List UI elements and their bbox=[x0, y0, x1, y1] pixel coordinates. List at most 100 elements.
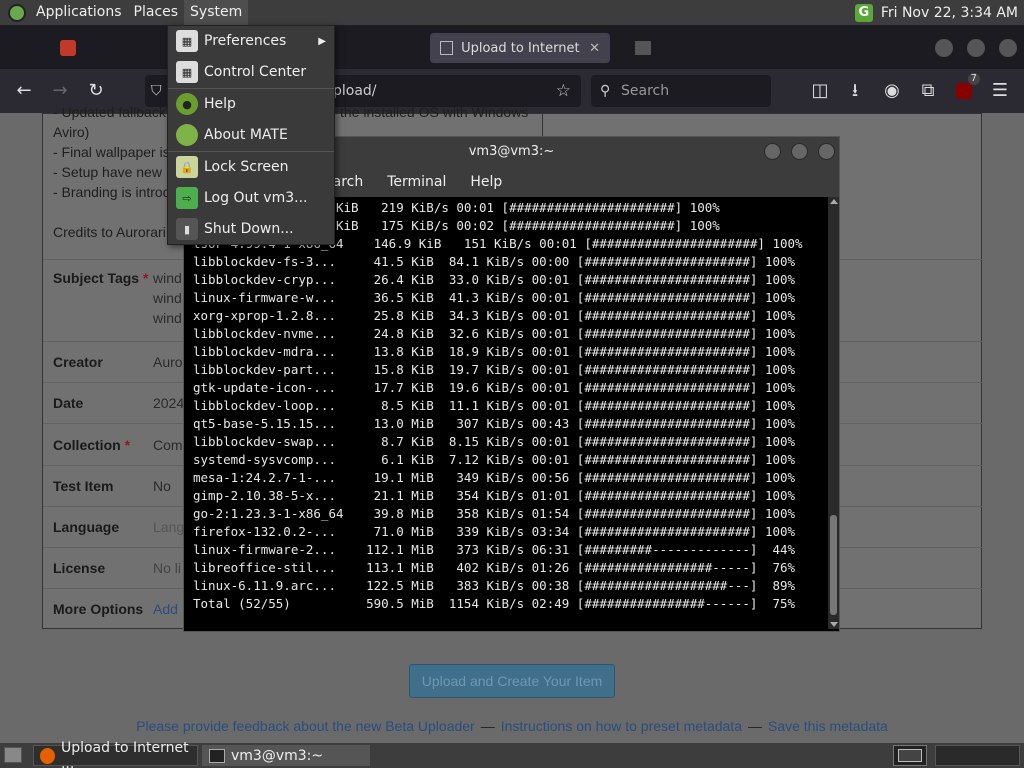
system-menu[interactable]: System bbox=[184, 0, 249, 25]
archive-icon bbox=[440, 41, 454, 55]
maximize-button[interactable] bbox=[791, 143, 808, 160]
reload-icon[interactable]: ↻ bbox=[84, 79, 108, 103]
scroll-up-arrow-icon[interactable] bbox=[830, 199, 838, 204]
terminal-line: libblockdev-mdra... 13.8 KiB 18.9 KiB/s … bbox=[193, 344, 796, 359]
taskbar-item-terminal[interactable]: vm3@vm3:~ bbox=[202, 745, 370, 766]
applications-menu[interactable]: Applications bbox=[30, 0, 128, 25]
preset-metadata-link[interactable]: Instructions on how to preset metadata bbox=[501, 718, 742, 734]
terminal-line: Total (52/55) 590.5 MiB 1154 KiB/s 02:49… bbox=[193, 596, 796, 611]
menu-terminal[interactable]: Terminal bbox=[387, 174, 446, 190]
scrollbar-thumb[interactable] bbox=[830, 515, 837, 615]
save-metadata-link[interactable]: Save this metadata bbox=[768, 718, 888, 734]
link-separator: — bbox=[480, 718, 495, 734]
menu-item-shut-down[interactable]: ▮ Shut Down... bbox=[168, 214, 334, 244]
mate-logo-icon bbox=[176, 124, 198, 146]
field-label: More Options bbox=[53, 601, 144, 617]
tab-mail[interactable] bbox=[50, 33, 86, 63]
terminal-line: gimp-2.10.38-5-x... 21.1 MiB 354 KiB/s 0… bbox=[193, 488, 796, 503]
clock[interactable]: Fri Nov 22, 3:34 AM bbox=[881, 5, 1018, 21]
search-input[interactable]: ⚲ Search bbox=[591, 75, 771, 107]
subject-tags-field[interactable]: wind bbox=[153, 270, 182, 286]
subject-tag: wind bbox=[153, 290, 182, 306]
help-icon: ● bbox=[176, 93, 198, 115]
firefox-icon bbox=[40, 747, 55, 764]
pocket-icon[interactable]: ◫ bbox=[808, 79, 832, 103]
taskbar-item-firefox[interactable]: Upload to Internet ... bbox=[33, 740, 198, 768]
collection-field[interactable]: Com bbox=[153, 437, 183, 453]
tab-other[interactable] bbox=[625, 33, 661, 63]
menu-help[interactable]: Help bbox=[470, 174, 502, 190]
upload-create-button[interactable]: Upload and Create Your Item bbox=[409, 664, 615, 698]
menu-item-label: About MATE bbox=[204, 127, 288, 143]
terminal-line: firefox-132.0.2-... 71.0 MiB 339 KiB/s 0… bbox=[193, 524, 796, 539]
menu-item-label: Shut Down... bbox=[204, 221, 294, 237]
minimize-button[interactable] bbox=[764, 143, 781, 160]
subject-tag: wind bbox=[153, 310, 182, 326]
terminal-scrollbar[interactable] bbox=[828, 197, 839, 629]
language-field[interactable]: Lang bbox=[153, 519, 184, 535]
log-out-icon: ⇨ bbox=[176, 187, 198, 209]
bottom-panel: Upload to Internet ... vm3@vm3:~ bbox=[0, 740, 1024, 768]
field-label: Date bbox=[53, 395, 84, 411]
tab-bar: Upload to Internet Ar ✕ bbox=[0, 25, 1024, 69]
terminal-title: vm3@vm3:~ bbox=[468, 144, 555, 159]
terminal-output[interactable]: 251.5 KiB 219 KiB/s 00:01 [#############… bbox=[193, 199, 829, 613]
creator-field[interactable]: Auro bbox=[153, 354, 183, 370]
downloads-icon[interactable]: ⭳ bbox=[843, 79, 867, 103]
date-field[interactable]: 2024 bbox=[153, 395, 184, 411]
test-item-field[interactable]: No bbox=[153, 478, 171, 494]
terminal-line: gtk-update-icon-... 17.7 KiB 19.6 KiB/s … bbox=[193, 380, 796, 395]
account-icon[interactable]: ◉ bbox=[880, 79, 904, 103]
url-text: pload/ bbox=[333, 83, 377, 99]
tab-upload[interactable]: Upload to Internet Ar ✕ bbox=[430, 33, 610, 63]
field-label: Subject Tags * bbox=[53, 270, 149, 286]
menu-item-preferences[interactable]: ▦ Preferences ▶ bbox=[168, 26, 334, 56]
extensions-icon[interactable]: ⧉ bbox=[916, 79, 940, 103]
menu-item-log-out[interactable]: ⇨ Log Out vm3... bbox=[168, 183, 334, 213]
update-notifier-icon[interactable]: G bbox=[854, 3, 873, 22]
minimize-button[interactable] bbox=[935, 39, 953, 57]
description-line: - Updated fallback bbox=[53, 104, 166, 120]
maximize-button[interactable] bbox=[967, 39, 985, 57]
search-placeholder: Search bbox=[621, 83, 670, 99]
back-icon[interactable]: ← bbox=[12, 79, 36, 103]
menu-item-label: Log Out vm3... bbox=[204, 190, 308, 206]
terminal-line: go-2:1.23.3-1-x86_64 39.8 MiB 358 KiB/s … bbox=[193, 506, 796, 521]
menu-item-help[interactable]: ● Help bbox=[168, 89, 334, 119]
add-more-options-link[interactable]: Add bbox=[153, 601, 178, 617]
terminal-line: qt5-base-5.15.15... 13.0 MiB 307 KiB/s 0… bbox=[193, 416, 796, 431]
link-separator: — bbox=[747, 718, 762, 734]
workspace-2[interactable] bbox=[935, 745, 1020, 766]
terminal-line: libblockdev-loop... 8.5 KiB 11.1 KiB/s 0… bbox=[193, 398, 796, 413]
page-icon bbox=[635, 41, 651, 55]
workspace-switcher[interactable] bbox=[893, 745, 927, 766]
ublock-icon[interactable]: 7 bbox=[952, 73, 980, 103]
close-window-button[interactable] bbox=[999, 39, 1017, 57]
menu-item-control-center[interactable]: ▦ Control Center bbox=[168, 57, 334, 87]
mate-logo-icon[interactable] bbox=[8, 3, 26, 22]
close-button[interactable] bbox=[818, 143, 835, 160]
top-panel: Applications Places System G Fri Nov 22,… bbox=[0, 0, 1024, 25]
terminal-line: libblockdev-part... 15.8 KiB 19.7 KiB/s … bbox=[193, 362, 796, 377]
field-label: License bbox=[53, 560, 106, 576]
show-desktop-icon[interactable] bbox=[4, 747, 22, 763]
search-icon: ⚲ bbox=[600, 83, 611, 99]
taskbar-label: vm3@vm3:~ bbox=[231, 747, 324, 764]
hamburger-menu-icon[interactable]: ☰ bbox=[988, 79, 1012, 103]
menu-item-about-mate[interactable]: About MATE bbox=[168, 120, 334, 150]
close-tab-icon[interactable]: ✕ bbox=[589, 41, 600, 56]
terminal-line: mesa-1:24.2.7-1-... 19.1 MiB 349 KiB/s 0… bbox=[193, 470, 796, 485]
forward-icon[interactable]: → bbox=[48, 79, 72, 103]
places-menu[interactable]: Places bbox=[128, 0, 185, 25]
system-dropdown-menu: ▦ Preferences ▶ ▦ Control Center ● Help … bbox=[167, 25, 335, 245]
description-box-edge bbox=[542, 114, 543, 136]
bookmark-star-icon[interactable]: ☆ bbox=[556, 75, 571, 107]
menu-item-label: Preferences bbox=[204, 33, 287, 49]
workspace-1[interactable] bbox=[898, 749, 922, 762]
license-field[interactable]: No li bbox=[153, 560, 181, 576]
feedback-link[interactable]: Please provide feedback about the new Be… bbox=[136, 718, 475, 734]
menu-item-label: Help bbox=[204, 96, 236, 112]
feedback-links: Please provide feedback about the new Be… bbox=[0, 718, 1024, 734]
menu-item-lock-screen[interactable]: 🔒 Lock Screen bbox=[168, 152, 334, 182]
scroll-down-arrow-icon[interactable] bbox=[830, 622, 838, 627]
